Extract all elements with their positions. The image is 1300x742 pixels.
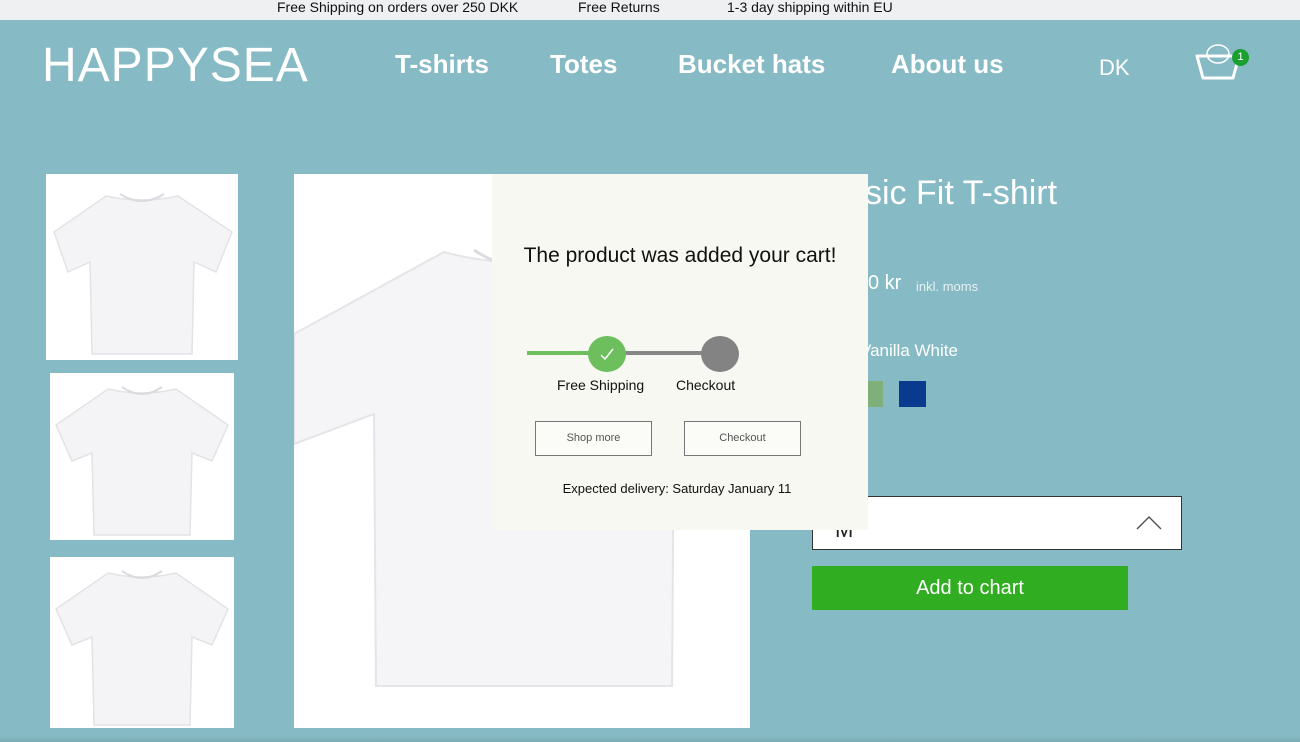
- free-shipping-step: [588, 336, 626, 372]
- nav-totes[interactable]: Totes: [550, 49, 617, 80]
- announcement-bar: Free Shipping on orders over 250 DKK Fre…: [0, 0, 1300, 20]
- step-label-checkout: Checkout: [676, 377, 736, 393]
- nav-bucket-hats[interactable]: Bucket hats: [678, 49, 825, 80]
- nav-tshirts[interactable]: T-shirts: [395, 49, 489, 80]
- selected-color-label: Vanilla White: [860, 341, 958, 360]
- add-to-cart-button[interactable]: Add to chart: [812, 566, 1128, 610]
- expected-delivery: Expected delivery: Saturday January 11: [562, 481, 792, 496]
- product-thumbnail-1[interactable]: [46, 174, 238, 360]
- language-selector[interactable]: DK: [1099, 55, 1130, 81]
- product-thumbnail-2[interactable]: [50, 373, 234, 540]
- step-label-free-shipping: Free Shipping: [557, 377, 645, 393]
- free-returns-notice: Free Returns: [578, 0, 660, 15]
- product-thumbnail-3[interactable]: [50, 557, 234, 728]
- cart-count-badge: 1: [1232, 49, 1249, 66]
- product-title: ssic Fit T-shirt: [848, 174, 1058, 212]
- page-bottom-shadow: [0, 736, 1300, 742]
- progress-line-pending: [622, 351, 704, 355]
- nav-about-us[interactable]: About us: [891, 49, 1004, 80]
- product-price: 0 kr: [868, 272, 902, 294]
- eu-shipping-notice: 1-3 day shipping within EU: [727, 0, 893, 15]
- color-swatch-navy[interactable]: [899, 381, 926, 407]
- modal-title: The product was added your cart!: [523, 244, 837, 267]
- vat-note: inkl. moms: [916, 279, 979, 294]
- site-logo[interactable]: HAPPYSEA: [42, 38, 309, 93]
- shop-more-button[interactable]: Shop more: [535, 421, 652, 456]
- checkout-button[interactable]: Checkout: [684, 421, 801, 456]
- checkout-step: [701, 336, 739, 372]
- progress-line-completed: [527, 351, 591, 355]
- chevron-up-icon: [1136, 515, 1162, 530]
- free-shipping-notice: Free Shipping on orders over 250 DKK: [277, 0, 519, 15]
- checkmark-icon: [600, 348, 614, 361]
- color-swatch-green[interactable]: [868, 381, 883, 407]
